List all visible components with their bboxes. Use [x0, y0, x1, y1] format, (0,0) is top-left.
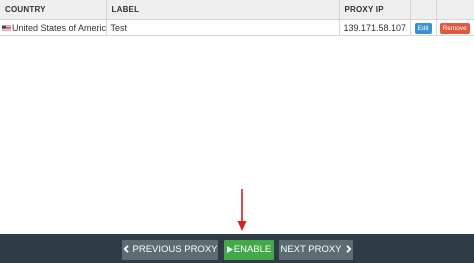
remove-cell: Remove: [436, 19, 474, 36]
remove-column-header: [436, 0, 474, 20]
next-proxy-label: NEXT PROXY: [280, 244, 342, 255]
table-header-row: COUNTRY LABEL PROXY IP: [0, 0, 474, 20]
label-column-header: LABEL: [106, 0, 340, 20]
remove-button[interactable]: Remove: [439, 22, 470, 34]
edit-button[interactable]: Edit: [414, 22, 432, 34]
enable-label: ENABLE: [233, 244, 272, 255]
us-flag-icon: [2, 25, 11, 31]
country-column-header: COUNTRY: [0, 0, 107, 20]
country-name: United States of America: [12, 22, 106, 33]
chevron-left-icon: [123, 245, 129, 253]
previous-proxy-button[interactable]: PREVIOUS PROXY: [122, 240, 218, 260]
edit-column-header: [410, 0, 437, 20]
previous-proxy-label: PREVIOUS PROXY: [132, 244, 218, 255]
label-cell: Test: [106, 19, 340, 36]
annotation-arrow-icon: [237, 189, 247, 231]
country-cell: United States of America: [0, 19, 107, 36]
proxy-table: COUNTRY LABEL PROXY IP United States of …: [0, 0, 474, 36]
table-row[interactable]: United States of America Test 139.171.58…: [0, 19, 474, 36]
chevron-right-icon: [345, 245, 352, 253]
proxy-ip-column-header: PROXY IP: [339, 0, 411, 20]
edit-cell: Edit: [410, 19, 437, 36]
play-icon: [226, 245, 233, 253]
next-proxy-button[interactable]: NEXT PROXY: [279, 240, 353, 260]
proxy-ip-cell: 139.171.58.107: [339, 19, 411, 36]
enable-button[interactable]: ENABLE: [224, 240, 274, 260]
